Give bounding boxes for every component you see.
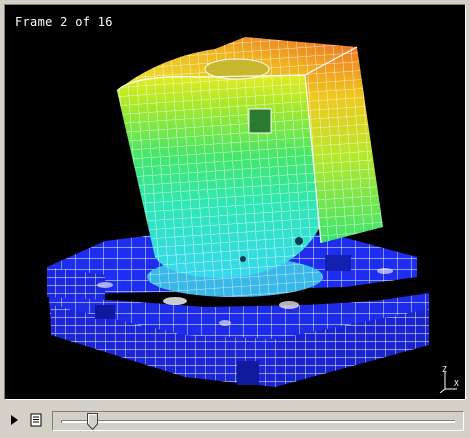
playback-controls [0, 404, 470, 438]
axis-x-label: X [454, 379, 459, 388]
fem-mesh-scene [47, 37, 429, 387]
frame-slider[interactable] [52, 411, 464, 431]
frame-counter-label: Frame 2 of 16 [15, 15, 113, 29]
axis-triad-icon: Z X [439, 365, 459, 393]
fem-render-viewport[interactable]: Frame 2 of 16 Z X [4, 4, 466, 400]
slider-thumb[interactable] [86, 413, 98, 430]
document-icon [30, 413, 42, 427]
options-button[interactable] [26, 410, 46, 430]
slider-groove [61, 420, 455, 423]
animation-viewer: Frame 2 of 16 Z X [0, 0, 470, 438]
play-button[interactable] [4, 410, 24, 430]
axis-z-label: Z [442, 365, 447, 374]
play-icon [11, 415, 18, 425]
